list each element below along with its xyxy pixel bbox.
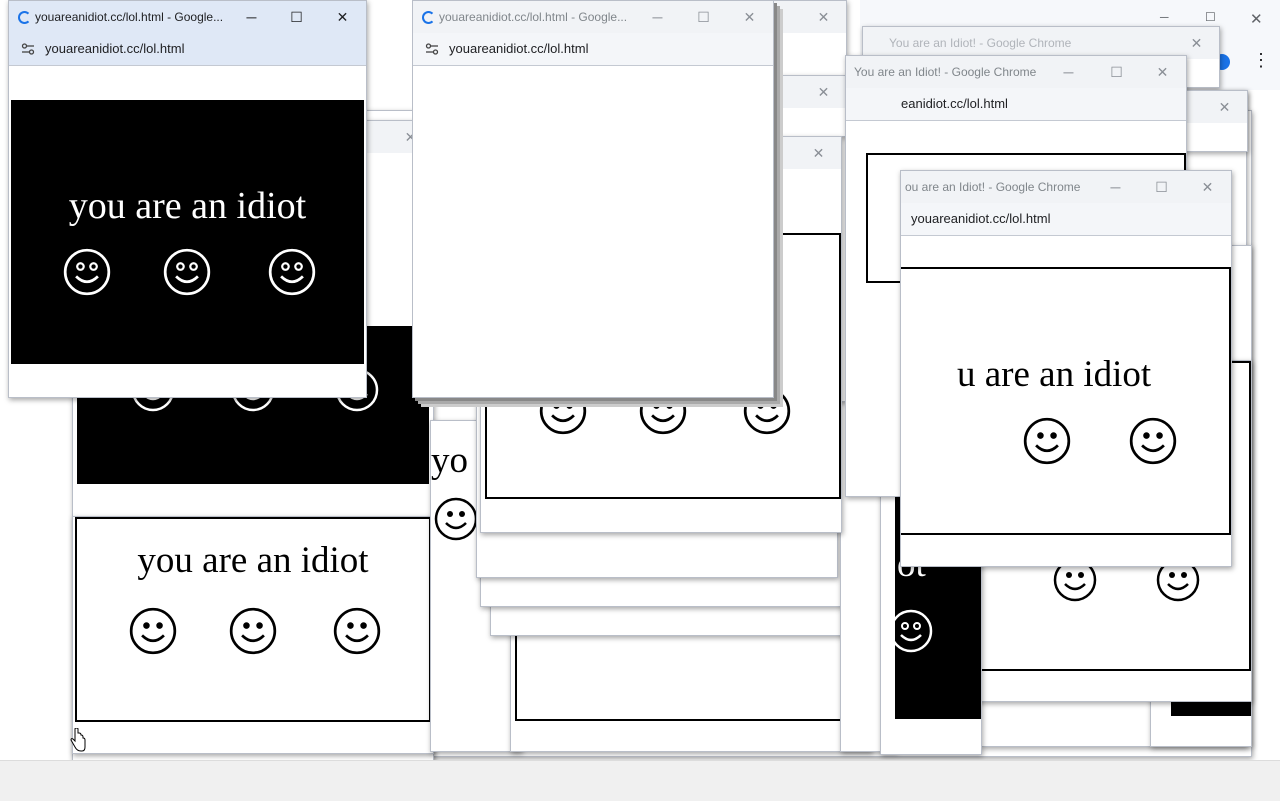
page-content: you are an idiot xyxy=(9,66,366,397)
address-bar: youareanidiot.cc/lol.html xyxy=(901,203,1231,236)
loading-spinner-icon xyxy=(18,11,31,24)
window-title: You are an Idiot! - Google Chrome xyxy=(854,65,1037,79)
minimize-button[interactable]: ─ xyxy=(229,1,274,33)
title-bar: ✕ xyxy=(781,76,846,108)
idiot-text-partial: u are an idiot xyxy=(957,354,1152,395)
title-bar: youareanidiot.cc/lol.html - Google... ─ … xyxy=(9,1,366,33)
smiley-icon xyxy=(1129,417,1177,465)
smiley-icon xyxy=(434,497,478,541)
minimize-button[interactable]: ─ xyxy=(1046,56,1091,88)
close-button[interactable]: ✕ xyxy=(796,137,841,169)
close-button[interactable]: ✕ xyxy=(727,1,772,33)
address-bar: youareanidiot.cc/lol.html xyxy=(9,33,366,66)
maximize-button[interactable]: ☐ xyxy=(1094,56,1139,88)
minimize-button[interactable]: ─ xyxy=(1093,171,1138,203)
chrome-window-main: youareanidiot.cc/lol.html - Google... ─ … xyxy=(8,0,367,398)
title-bar: ou are an Idiot! - Google Chrome ─ ☐ ✕ xyxy=(901,171,1231,203)
stacked-window: you are an idiot xyxy=(72,516,434,754)
url-text[interactable]: youareanidiot.cc/lol.html xyxy=(449,41,588,56)
close-button[interactable]: ✕ xyxy=(801,76,846,108)
window-title: ou are an Idiot! - Google Chrome xyxy=(905,180,1081,194)
bg-restore-button[interactable]: ☐ xyxy=(1205,10,1216,24)
kebab-menu-icon[interactable]: ⋮ xyxy=(1252,50,1270,71)
smiley-icon xyxy=(1023,417,1071,465)
chrome-window-loading: youareanidiot.cc/lol.html - Google... ─ … xyxy=(412,0,774,398)
idiot-text: you are an idiot xyxy=(137,540,369,581)
url-text[interactable]: youareanidiot.cc/lol.html xyxy=(911,211,1050,226)
url-text[interactable]: youareanidiot.cc/lol.html xyxy=(45,41,184,56)
title-bar: ✕ xyxy=(771,1,846,33)
idiot-panel: you are an idiot xyxy=(75,517,431,722)
maximize-button[interactable]: ☐ xyxy=(274,1,319,33)
close-button[interactable]: ✕ xyxy=(320,1,365,33)
idiot-text: you are an idiot xyxy=(68,185,307,227)
maximize-button[interactable]: ☐ xyxy=(1139,171,1184,203)
taskbar-strip xyxy=(0,760,1280,801)
loading-spinner-icon xyxy=(422,11,435,24)
smiley-icon xyxy=(129,607,177,655)
hand-cursor-icon xyxy=(70,728,86,752)
stacked-window: ✕ xyxy=(1180,90,1248,152)
smiley-icon xyxy=(63,248,111,296)
close-button[interactable]: ✕ xyxy=(801,1,846,33)
title-bar: ✕ xyxy=(1181,91,1247,123)
idiot-panel: you are an idiot xyxy=(11,100,364,364)
address-bar: youareanidiot.cc/lol.html xyxy=(413,33,773,66)
bg-close-button[interactable]: ✕ xyxy=(1250,10,1263,28)
stacked-window: ✕ xyxy=(780,75,847,137)
smiley-icon xyxy=(229,607,277,655)
title-bar: You are an Idiot! - Google Chrome ─ ☐ ✕ xyxy=(846,56,1186,88)
idiot-panel: u are an idiot xyxy=(901,267,1231,535)
window-title: youareanidiot.cc/lol.html - Google... xyxy=(439,10,628,24)
smiley-icon xyxy=(333,607,381,655)
chrome-window: ou are an Idiot! - Google Chrome ─ ☐ ✕ y… xyxy=(900,170,1232,567)
smiley-icon xyxy=(268,248,316,296)
close-button[interactable]: ✕ xyxy=(1185,171,1230,203)
url-text[interactable]: eanidiot.cc/lol.html xyxy=(901,96,1008,111)
title-bar: youareanidiot.cc/lol.html - Google... ─ … xyxy=(413,1,773,33)
bg-minimize-button[interactable]: ─ xyxy=(1160,10,1169,24)
address-bar: eanidiot.cc/lol.html xyxy=(846,88,1186,121)
page-content xyxy=(413,66,773,397)
window-title: youareanidiot.cc/lol.html - Google... xyxy=(35,10,224,24)
maximize-button[interactable]: ☐ xyxy=(681,1,726,33)
tune-icon[interactable] xyxy=(21,43,35,55)
close-button[interactable]: ✕ xyxy=(1202,91,1247,123)
window-title: You are an Idiot! - Google Chrome xyxy=(889,36,1072,50)
minimize-button[interactable]: ─ xyxy=(635,1,680,33)
smiley-icon xyxy=(889,609,933,653)
tune-icon[interactable] xyxy=(425,43,439,55)
close-button[interactable]: ✕ xyxy=(1140,56,1185,88)
smiley-icon xyxy=(163,248,211,296)
